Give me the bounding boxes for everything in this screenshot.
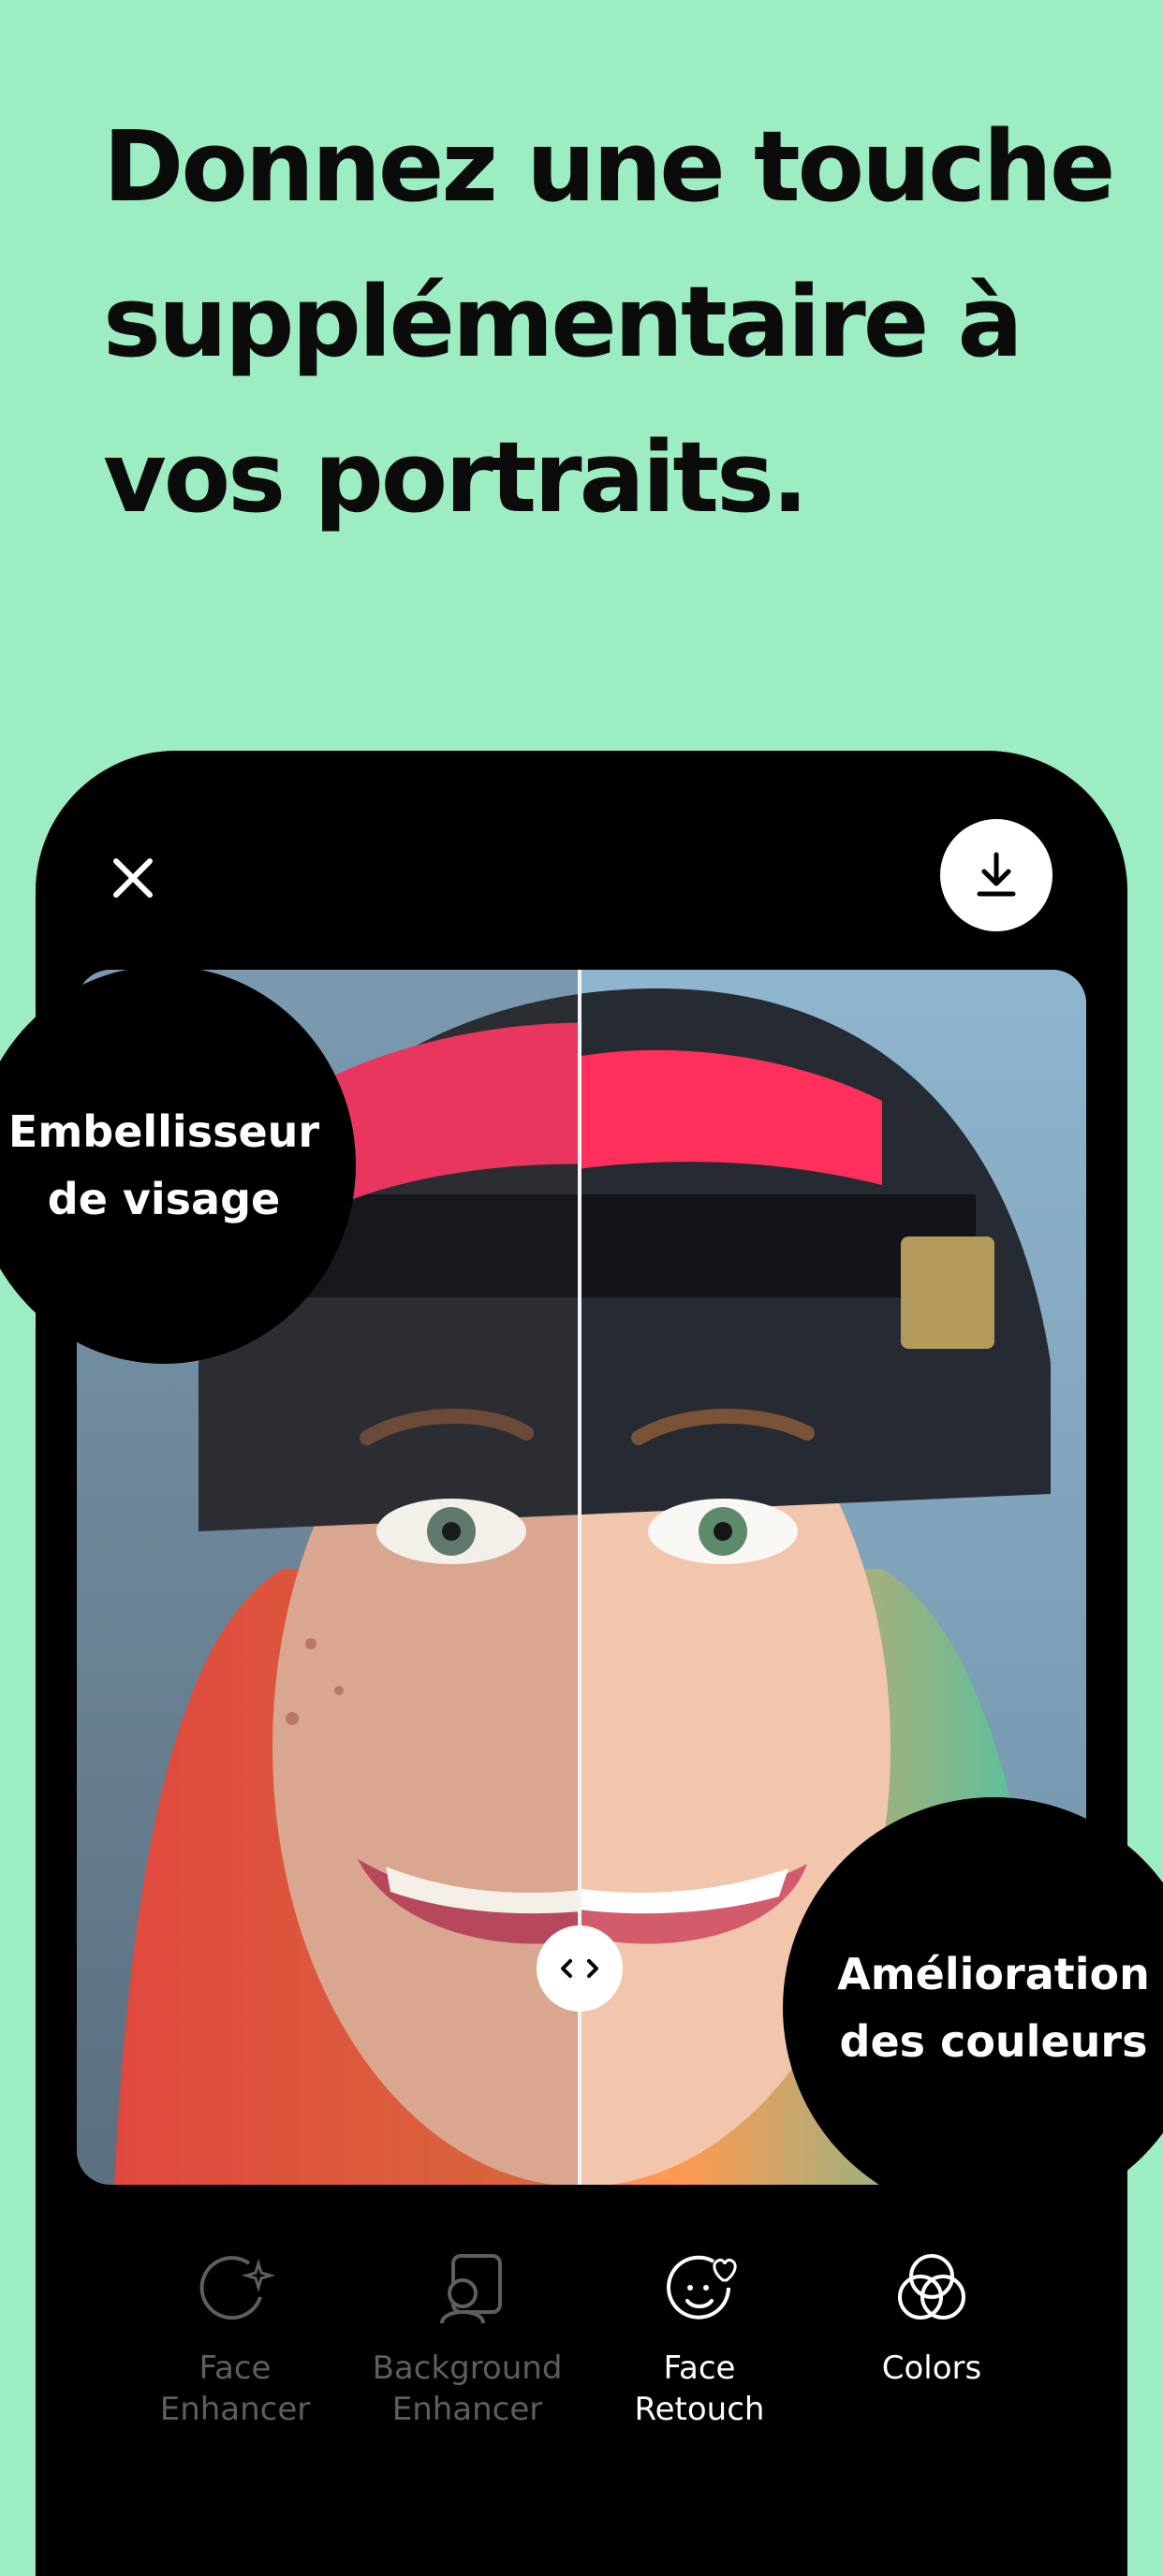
- callout-left-label: Embellisseur de visage: [7, 1105, 320, 1224]
- download-button[interactable]: [940, 819, 1053, 931]
- tool-label: Face Enhancer: [159, 2349, 311, 2428]
- tool-face-retouch[interactable]: Face Retouch: [592, 2247, 807, 2430]
- tool-colors[interactable]: Colors: [824, 2247, 1039, 2389]
- left-right-arrows-icon: [561, 1959, 598, 1978]
- color-circles-icon: [898, 2254, 965, 2320]
- close-icon: [113, 858, 153, 898]
- tool-label: Background Enhancer: [372, 2349, 563, 2428]
- face-heart-icon: [667, 2255, 737, 2320]
- editor-toolbar: Face Enhancer Background Enhancer Face R…: [0, 2247, 1163, 2462]
- comparison-slider-handle[interactable]: [537, 1925, 623, 2012]
- tool-background-enhancer[interactable]: Background Enhancer: [360, 2247, 575, 2430]
- close-button[interactable]: [97, 842, 169, 914]
- tool-label: Colors: [881, 2349, 982, 2387]
- callout-right-label: Amélioration des couleurs: [837, 1949, 1150, 2067]
- background-person-icon: [440, 2254, 502, 2324]
- download-icon: [977, 852, 1016, 897]
- page-headline: Donnez une touche supplémentaire à vos p…: [103, 110, 1115, 534]
- tool-face-enhancer[interactable]: Face Enhancer: [127, 2247, 343, 2430]
- face-sparkle-icon: [199, 2256, 276, 2320]
- tool-label: Face Retouch: [634, 2349, 765, 2428]
